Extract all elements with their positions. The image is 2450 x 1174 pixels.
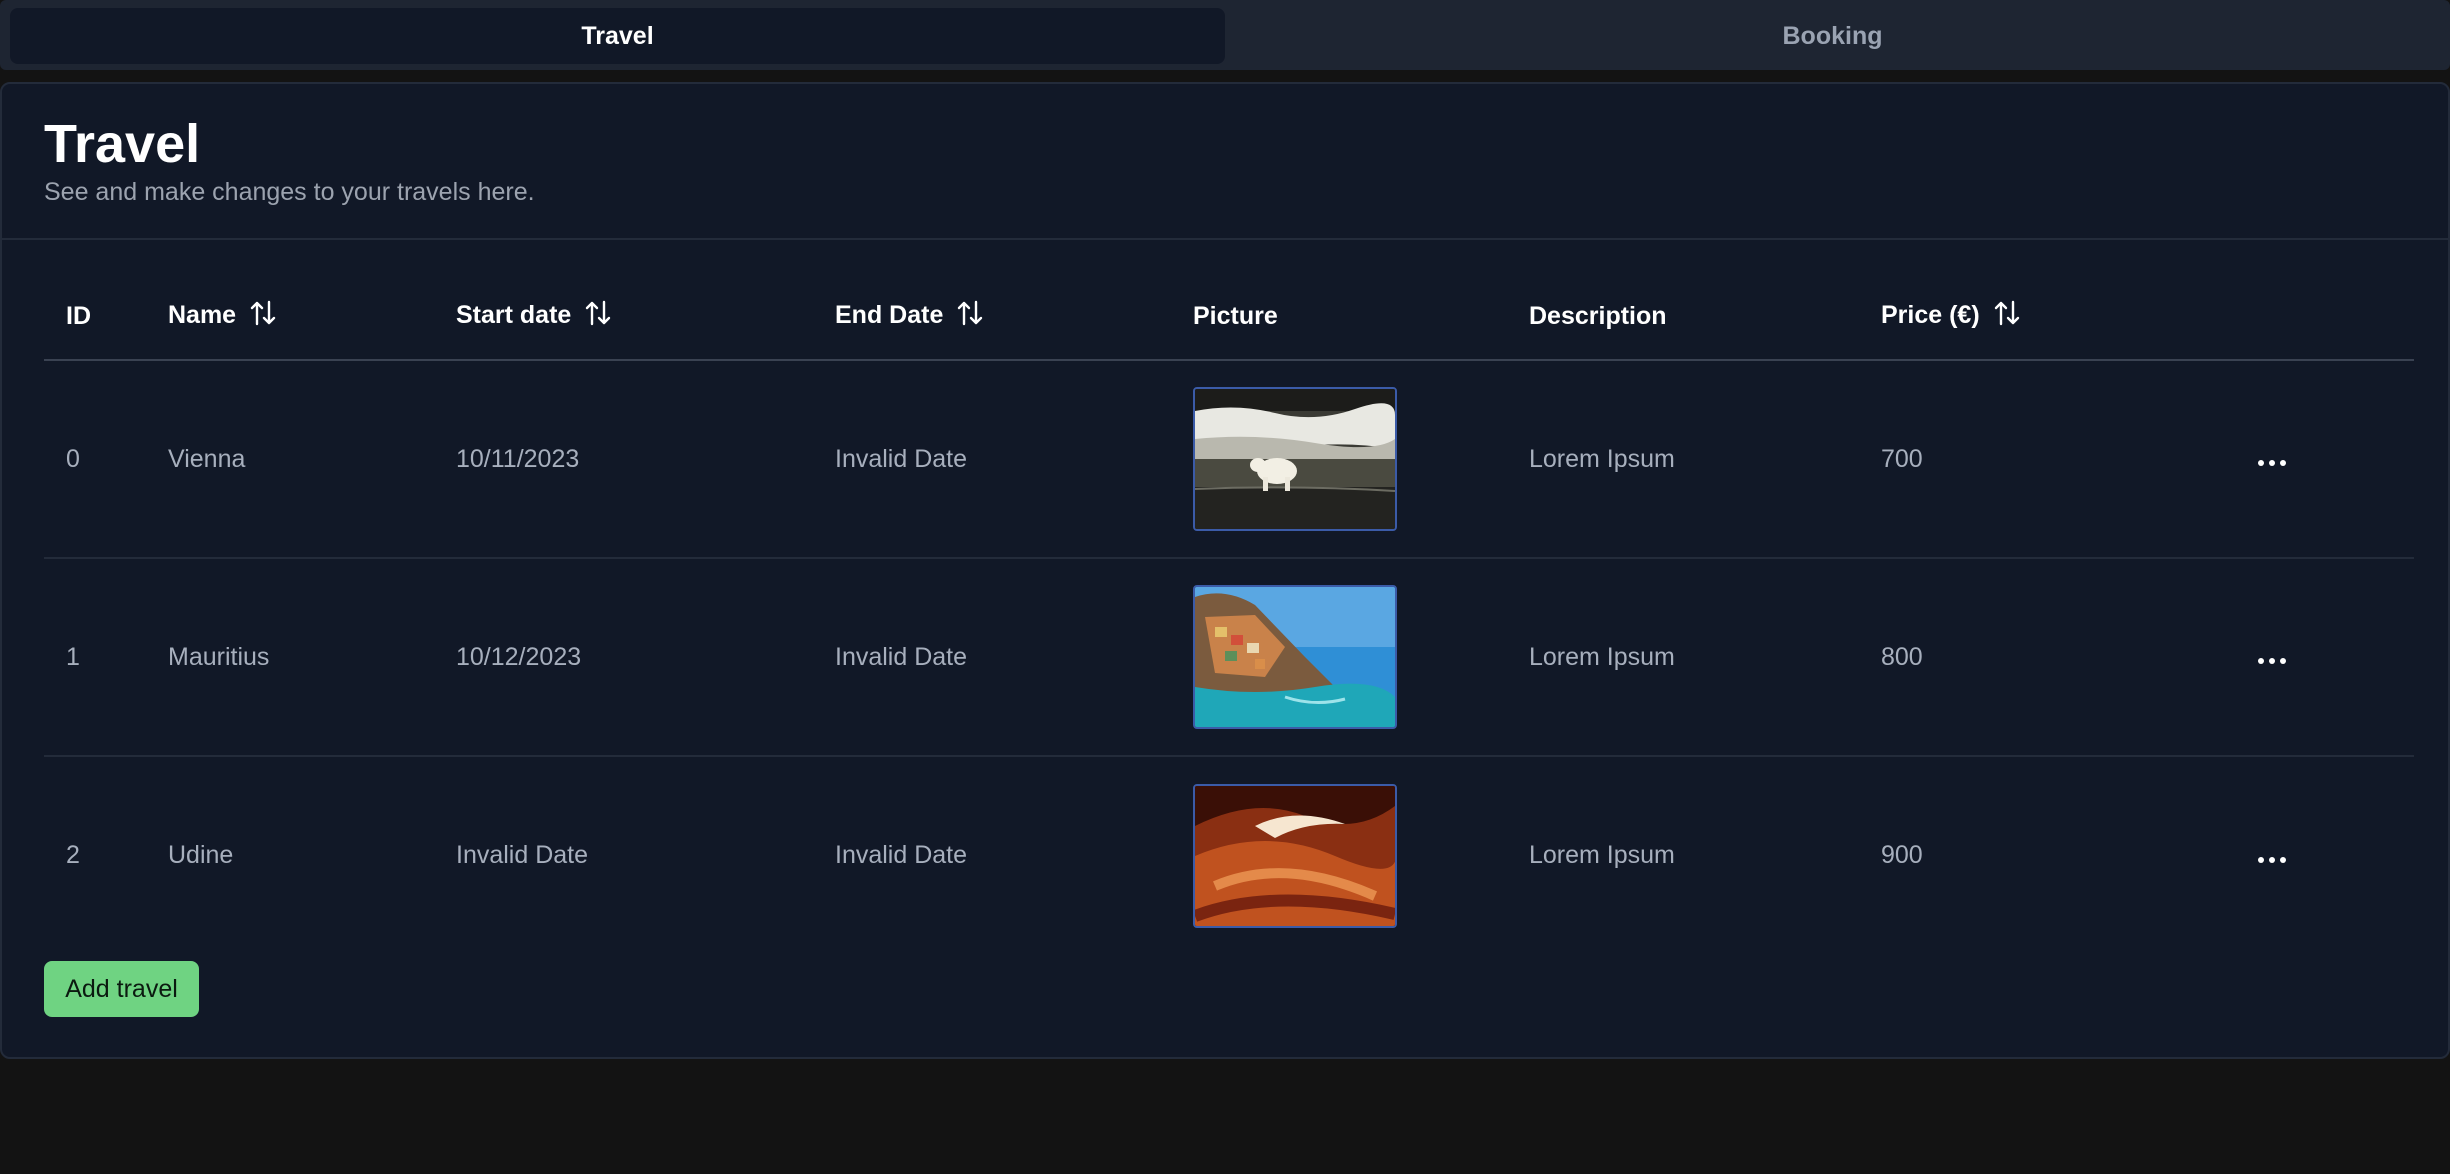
table-row: 2 Udine Invalid Date Invalid Date Lorem … [44,756,2414,954]
cell-id: 2 [66,841,80,869]
card-header: Travel See and make changes to your trav… [2,84,2448,240]
column-header-price[interactable]: Price (€) [1881,274,2244,361]
page-subtitle: See and make changes to your travels her… [44,178,535,206]
cell-start-date: 10/12/2023 [456,558,835,757]
cell-description: Lorem Ipsum [1529,841,1675,869]
sort-icon[interactable] [1992,298,2022,335]
tab-bar: Travel Booking [0,0,2450,70]
column-header-id: ID [44,274,168,361]
column-header-actions [2244,274,2414,361]
cell-end-date: Invalid Date [835,841,968,869]
cell-picture [1193,756,1529,954]
travel-table: ID Name Start date End Date Picture Desc… [44,274,2414,954]
cell-price: 800 [1881,558,2244,757]
polar-bear-photo[interactable] [1193,387,1397,531]
cell-id: 1 [44,558,168,757]
cell-description: Lorem Ipsum [1529,360,1881,559]
add-travel-button[interactable]: Add travel [44,961,199,1017]
table-row: 1 Mauritius 10/12/2023 Invalid Date Lore… [44,558,2414,757]
tab-booking[interactable]: Booking [1225,8,2440,64]
column-header-description: Description [1529,274,1881,361]
cell-description: Lorem Ipsum [1529,558,1881,757]
sort-icon[interactable] [583,298,613,335]
table-header-row: ID Name Start date End Date Picture Desc… [44,274,2414,361]
travel-card: Travel See and make changes to your trav… [0,82,2450,1059]
cell-price: 900 [1881,841,1923,869]
cell-actions [2244,360,2414,559]
cell-name: Mauritius [168,558,456,757]
sort-icon[interactable] [248,298,278,335]
more-horizontal-icon[interactable] [2250,650,2294,672]
cell-actions [2244,756,2414,954]
column-header-name[interactable]: Name [168,274,456,361]
red-canyon-photo[interactable] [1193,783,1397,928]
cell-end-date: Invalid Date [835,360,1193,559]
column-header-picture: Picture [1193,274,1529,361]
cell-start-date: 10/11/2023 [456,360,835,559]
cell-picture [1193,558,1529,757]
more-horizontal-icon[interactable] [2250,452,2294,474]
cell-name: Udine [168,841,234,869]
cell-end-date: Invalid Date [835,558,1193,757]
cell-actions [2244,558,2414,757]
coastal-village-photo[interactable] [1193,585,1397,729]
column-header-start-date[interactable]: Start date [456,274,835,361]
cell-id: 0 [44,360,168,559]
cell-price: 700 [1881,360,2244,559]
column-header-end-date[interactable]: End Date [835,274,1193,361]
cell-start-date: Invalid Date [456,841,589,869]
sort-icon[interactable] [955,298,985,335]
cell-picture [1193,360,1529,559]
tab-travel[interactable]: Travel [10,8,1225,64]
cell-name: Vienna [168,360,456,559]
page-title: Travel [44,114,201,174]
more-horizontal-icon[interactable] [2250,849,2294,871]
table-row: 0 Vienna 10/11/2023 Invalid Date Lorem I… [44,360,2414,559]
